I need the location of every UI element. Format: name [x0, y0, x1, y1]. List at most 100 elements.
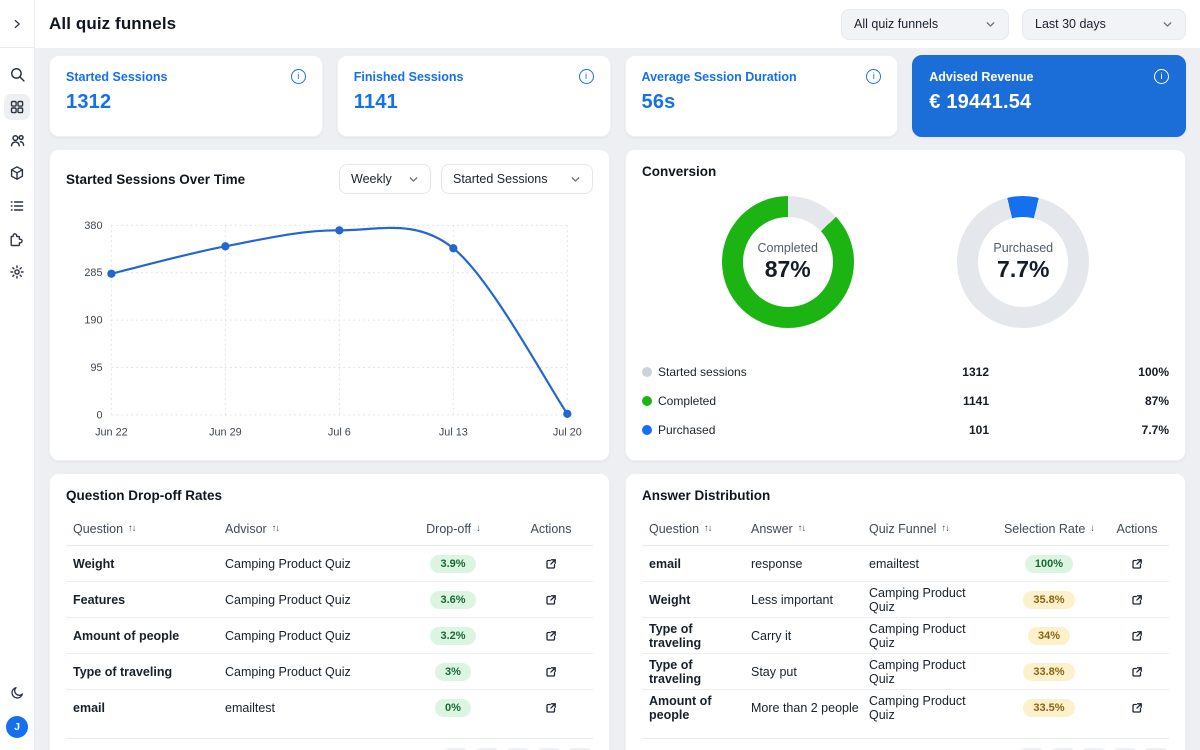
sidebar-item-products[interactable] [4, 160, 30, 186]
open-external-link-button[interactable] [509, 629, 593, 643]
text-cell: Carry it [744, 629, 862, 643]
sort-desc-icon: ↓ [1090, 523, 1094, 534]
column-header-selection-rate[interactable]: Selection Rate↓ [993, 522, 1105, 536]
legend-percentage: 100% [989, 365, 1169, 379]
column-header-actions: Actions [1105, 522, 1169, 536]
legend-label: Purchased [658, 423, 869, 437]
donut-charts: Completed 87% Purchased 7.7% [642, 196, 1169, 328]
dropoff-table-title: Question Drop-off Rates [66, 488, 593, 503]
legend-label: Started sessions [658, 365, 869, 379]
table-header-row: Question↑↓Answer↑↓Quiz Funnel↑↓Selection… [642, 512, 1169, 546]
open-external-link-button[interactable] [509, 665, 593, 679]
rate-cell: 33.8% [993, 663, 1105, 681]
svg-text:Jul 20: Jul 20 [553, 427, 582, 439]
table-row: emailemailtest0% [66, 690, 593, 726]
open-external-link-button[interactable] [1105, 701, 1169, 715]
stat-label: Started Sessions [66, 70, 167, 84]
user-avatar[interactable]: J [6, 716, 28, 738]
column-header-question[interactable]: Question↑↓ [66, 522, 218, 536]
sort-icon: ↑↓ [704, 523, 712, 534]
text-cell: More than 2 people [744, 701, 862, 715]
svg-text:285: 285 [84, 267, 102, 279]
open-external-link-button[interactable] [1105, 557, 1169, 571]
column-header-answer[interactable]: Answer↑↓ [744, 522, 862, 536]
question-dropoff-card: Question Drop-off Rates Question↑↓Adviso… [49, 473, 610, 750]
chevron-down-icon [570, 174, 581, 185]
info-icon[interactable]: i [1154, 69, 1169, 84]
table-row: Amount of peopleCamping Product Quiz3.2% [66, 618, 593, 654]
answers-table-title: Answer Distribution [642, 488, 1169, 503]
stats-row: Started Sessionsi1312Finished Sessionsi1… [49, 55, 1186, 137]
open-external-link-button[interactable] [1105, 665, 1169, 679]
legend-dot [642, 425, 652, 435]
table-header-row: Question↑↓Advisor↑↓Drop-off↓Actions [66, 512, 593, 546]
svg-text:Jul 6: Jul 6 [328, 427, 351, 439]
page-title: All quiz funnels [49, 14, 176, 34]
question-cell: Weight [642, 593, 744, 607]
info-icon[interactable]: i [579, 69, 594, 84]
metric-select[interactable]: Started Sessions [441, 164, 593, 194]
topbar: All quiz funnels All quiz funnels Last 3… [35, 0, 1200, 48]
sidebar-item-list[interactable] [4, 193, 30, 219]
rate-badge: 3.2% [430, 627, 475, 645]
legend-row: Completed114187% [642, 386, 1169, 415]
text-cell: Camping Product Quiz [862, 694, 993, 722]
sort-desc-icon: ↓ [476, 523, 480, 534]
info-icon[interactable]: i [291, 69, 306, 84]
period-select-value: Weekly [351, 172, 392, 186]
rate-cell: 33.5% [993, 699, 1105, 717]
sidebar-item-dashboard[interactable] [4, 94, 30, 120]
sidebar-item-integrations[interactable] [4, 226, 30, 252]
info-icon[interactable]: i [866, 69, 881, 84]
rate-cell: 35.8% [993, 591, 1105, 609]
date-range-value: Last 30 days [1035, 17, 1106, 31]
main-area: All quiz funnels All quiz funnels Last 3… [35, 0, 1200, 750]
question-cell: Features [66, 593, 218, 607]
svg-text:190: 190 [84, 315, 102, 327]
text-cell: Camping Product Quiz [218, 593, 397, 607]
open-external-link-button[interactable] [1105, 629, 1169, 643]
period-select[interactable]: Weekly [339, 164, 431, 194]
legend-value: 1141 [869, 394, 989, 408]
table-row: emailresponseemailtest100% [642, 546, 1169, 582]
text-cell: emailtest [218, 701, 397, 715]
dark-mode-moon-icon[interactable] [4, 679, 30, 705]
funnel-filter-select[interactable]: All quiz funnels [841, 9, 1009, 40]
pagination[interactable] [66, 738, 593, 750]
text-cell: Camping Product Quiz [862, 622, 993, 650]
stat-card-average-session-duration: Average Session Durationi56s [625, 55, 899, 137]
legend-dot [642, 367, 652, 377]
column-header-quiz-funnel[interactable]: Quiz Funnel↑↓ [862, 522, 993, 536]
legend-percentage: 7.7% [989, 423, 1169, 437]
sort-icon: ↑↓ [128, 523, 136, 534]
rate-badge: 3% [435, 663, 471, 681]
open-external-link-button[interactable] [509, 557, 593, 571]
column-header-drop-off[interactable]: Drop-off↓ [397, 522, 509, 536]
open-external-link-button[interactable] [1105, 593, 1169, 607]
date-range-select[interactable]: Last 30 days [1022, 9, 1186, 40]
donut-label: Completed [758, 241, 818, 255]
question-cell: Type of traveling [66, 665, 218, 679]
search-icon[interactable] [4, 61, 30, 87]
question-cell: Type of traveling [642, 622, 744, 650]
column-header-advisor[interactable]: Advisor↑↓ [218, 522, 397, 536]
column-header-question[interactable]: Question↑↓ [642, 522, 744, 536]
open-external-link-button[interactable] [509, 593, 593, 607]
legend-percentage: 87% [989, 394, 1169, 408]
chevron-down-icon [1162, 19, 1173, 30]
text-cell: response [744, 557, 862, 571]
pagination[interactable] [642, 738, 1169, 750]
legend-row: Purchased1017.7% [642, 415, 1169, 444]
settings-gear-icon[interactable] [4, 259, 30, 285]
collapse-chevron-icon[interactable] [4, 11, 30, 37]
sort-icon: ↑↓ [798, 523, 806, 534]
table-row: WeightCamping Product Quiz3.9% [66, 546, 593, 582]
text-cell: Camping Product Quiz [862, 586, 993, 614]
sidebar-item-customers[interactable] [4, 127, 30, 153]
legend-dot [642, 396, 652, 406]
question-cell: Amount of people [642, 694, 744, 722]
sidebar: J [0, 0, 35, 750]
donut-percentage: 87% [765, 256, 811, 283]
rate-cell: 3% [397, 663, 509, 681]
open-external-link-button[interactable] [509, 701, 593, 715]
